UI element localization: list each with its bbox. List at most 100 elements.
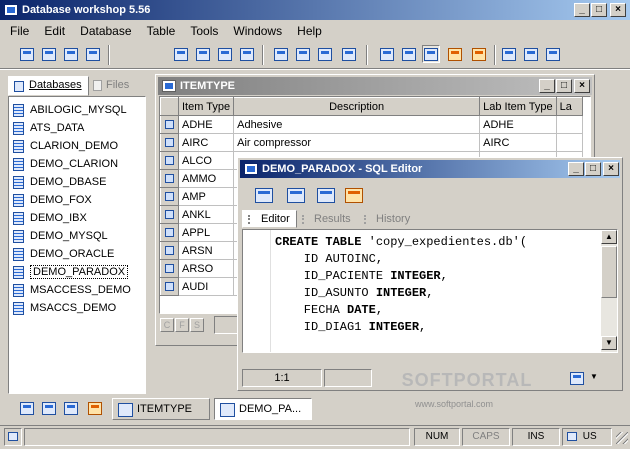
menu-tools[interactable]: Tools xyxy=(184,22,224,40)
sql-code[interactable]: CREATE TABLE 'copy_expedientes.db'( ID A… xyxy=(275,234,601,336)
open-icon[interactable] xyxy=(40,45,58,63)
table-cell[interactable]: APPL xyxy=(177,223,235,242)
table-cell[interactable]: AIRC xyxy=(177,133,235,152)
row-indicator[interactable] xyxy=(160,187,179,206)
menu-help[interactable]: Help xyxy=(291,22,328,40)
sql-editor-maximize-button[interactable]: □ xyxy=(585,162,601,176)
cascade-windows-icon[interactable] xyxy=(18,399,36,417)
keyboard-language[interactable]: US xyxy=(562,428,612,446)
table-cell[interactable]: ARSN xyxy=(177,241,235,260)
column-header[interactable]: Item Type xyxy=(177,97,235,116)
close-windows-icon[interactable] xyxy=(86,399,104,417)
tile-vertical-icon[interactable] xyxy=(544,45,562,63)
nav-button-f[interactable]: F xyxy=(175,318,189,332)
table-cell[interactable]: ALCO xyxy=(177,151,235,170)
filter-icon[interactable] xyxy=(238,45,256,63)
row-indicator[interactable] xyxy=(160,169,179,188)
itemtype-maximize-button[interactable]: □ xyxy=(556,79,572,93)
table-cell[interactable] xyxy=(555,115,583,134)
table-cell[interactable]: ADHE xyxy=(479,115,557,134)
close-button[interactable]: × xyxy=(610,3,626,17)
sql-editor-area[interactable]: CREATE TABLE 'copy_expedientes.db'( ID A… xyxy=(242,229,618,353)
database-item[interactable]: CLARION_DEMO xyxy=(9,137,145,155)
editor-options-icon[interactable] xyxy=(568,369,586,387)
sort-az-icon[interactable] xyxy=(272,45,290,63)
sql-editor-close-button[interactable]: × xyxy=(603,162,619,176)
query-icon[interactable] xyxy=(172,45,190,63)
table-cell[interactable]: ANKL xyxy=(177,205,235,224)
database-item[interactable]: ATS_DATA xyxy=(9,119,145,137)
column-header[interactable]: Description xyxy=(233,97,481,116)
sort-icon[interactable] xyxy=(316,45,334,63)
database-list[interactable]: ABILOGIC_MYSQL ATS_DATA CLARION_DEMO DEMO_C… xyxy=(8,96,146,394)
cascade-icon[interactable] xyxy=(500,45,518,63)
sql-plugin-icon[interactable] xyxy=(342,184,366,206)
table-cell[interactable]: ADHE xyxy=(177,115,235,134)
save-icon[interactable] xyxy=(84,45,102,63)
grid-icon[interactable] xyxy=(216,45,234,63)
tab-history[interactable]: History xyxy=(360,211,416,229)
table-cell[interactable]: Air compressor xyxy=(233,133,481,152)
execute-sql-icon[interactable] xyxy=(252,184,276,206)
database-item[interactable]: DEMO_FOX xyxy=(9,191,145,209)
new-icon[interactable] xyxy=(18,45,36,63)
database-item[interactable]: ABILOGIC_MYSQL xyxy=(9,101,145,119)
comment-icon[interactable] xyxy=(400,45,418,63)
config-icon[interactable] xyxy=(470,45,488,63)
nav-button-c[interactable]: C xyxy=(160,318,174,332)
table-cell[interactable]: AUDI xyxy=(177,277,235,296)
table-cell[interactable] xyxy=(555,133,583,152)
minimize-button[interactable]: _ xyxy=(574,3,590,17)
column-header[interactable]: Lab Item Type xyxy=(479,97,557,116)
column-header[interactable]: La xyxy=(555,97,583,116)
arrange-windows-icon[interactable] xyxy=(62,399,80,417)
menu-database[interactable]: Database xyxy=(74,22,137,40)
tab-results[interactable]: Results xyxy=(298,211,357,229)
tile-windows-icon[interactable] xyxy=(40,399,58,417)
scroll-thumb[interactable] xyxy=(601,246,617,298)
row-indicator[interactable] xyxy=(160,115,179,134)
sort-za-icon[interactable] xyxy=(294,45,312,63)
table-row[interactable]: ADHE Adhesive ADHE xyxy=(160,115,583,134)
itemtype-close-button[interactable]: × xyxy=(574,79,590,93)
dropdown-arrow-icon[interactable]: ▼ xyxy=(590,372,598,381)
row-indicator[interactable] xyxy=(160,133,179,152)
editor-icon[interactable] xyxy=(422,45,440,63)
nav-button-s[interactable]: S xyxy=(190,318,204,332)
app-icon[interactable] xyxy=(4,4,18,16)
scroll-up-button[interactable]: ▲ xyxy=(601,230,617,244)
row-indicator[interactable] xyxy=(160,241,179,260)
database-item[interactable]: DEMO_CLARION xyxy=(9,155,145,173)
plugin-icon[interactable] xyxy=(446,45,464,63)
table-cell[interactable]: AIRC xyxy=(479,133,557,152)
row-indicator[interactable] xyxy=(160,277,179,296)
editor-vertical-scrollbar[interactable]: ▲ ▼ xyxy=(601,230,617,352)
table-cell[interactable]: AMMO xyxy=(177,169,235,188)
row-indicator[interactable] xyxy=(160,223,179,242)
taskbar-item-demo-paradox[interactable]: DEMO_PA... xyxy=(214,398,312,420)
itemtype-minimize-button[interactable]: _ xyxy=(539,79,555,93)
row-indicator[interactable] xyxy=(160,151,179,170)
menu-table[interactable]: Table xyxy=(141,22,182,40)
row-indicator[interactable] xyxy=(160,205,179,224)
move-icon[interactable] xyxy=(340,45,358,63)
execute-sql-step-icon[interactable] xyxy=(284,184,308,206)
resize-grip[interactable] xyxy=(616,432,628,444)
menu-windows[interactable]: Windows xyxy=(227,22,288,40)
menu-edit[interactable]: Edit xyxy=(38,22,71,40)
maximize-button[interactable]: □ xyxy=(591,3,607,17)
table-cell[interactable]: AMP xyxy=(177,187,235,206)
sql-icon[interactable] xyxy=(378,45,396,63)
table-cell[interactable]: Adhesive xyxy=(233,115,481,134)
tile-horizontal-icon[interactable] xyxy=(522,45,540,63)
scroll-down-button[interactable]: ▼ xyxy=(601,336,617,350)
sql-script-icon[interactable] xyxy=(314,184,338,206)
tab-files[interactable]: Files xyxy=(90,77,135,95)
database-item[interactable]: MSACCESS_DEMO xyxy=(9,281,145,299)
database-item[interactable]: DEMO_IBX xyxy=(9,209,145,227)
database-item[interactable]: DEMO_PARADOX xyxy=(9,263,145,281)
menu-file[interactable]: File xyxy=(4,22,35,40)
database-item[interactable]: DEMO_ORACLE xyxy=(9,245,145,263)
database-item[interactable]: MSACCS_DEMO xyxy=(9,299,145,317)
taskbar-item-itemtype[interactable]: ITEMTYPE xyxy=(112,398,210,420)
